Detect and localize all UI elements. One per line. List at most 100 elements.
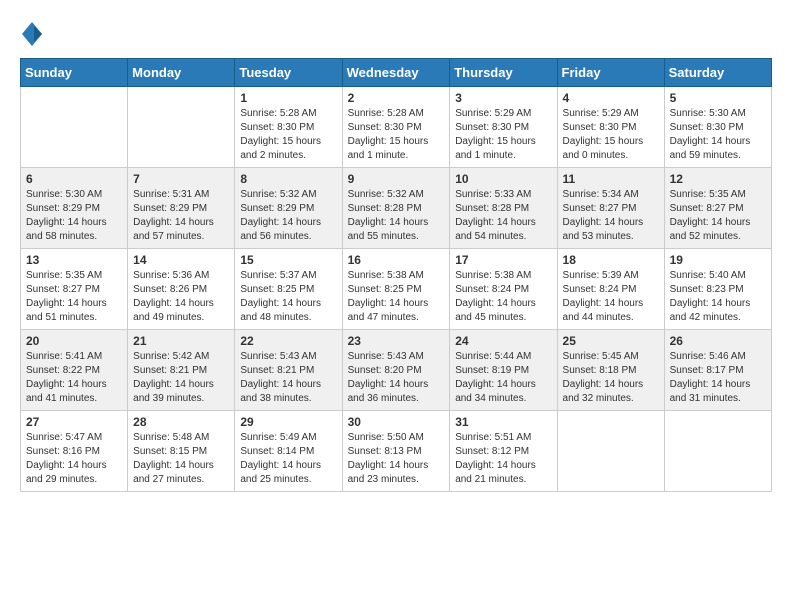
cell-content: Sunrise: 5:43 AMSunset: 8:21 PMDaylight:… [240,350,336,406]
calendar-cell: 16Sunrise: 5:38 AMSunset: 8:25 PMDayligh… [342,249,450,330]
day-number: 1 [240,91,336,105]
day-number: 29 [240,415,336,429]
calendar-cell: 25 Sunrise: 5:45 AMSunset: 8:18 PMDayligh… [557,330,664,411]
cell-content: Sunrise: 5:40 AMSunset: 8:23 PMDaylight:… [670,269,766,325]
calendar-cell: 26Sunrise: 5:46 AMSunset: 8:17 PMDayligh… [664,330,771,411]
cell-content: Sunrise: 5:29 AMSunset: 8:30 PMDaylight:… [563,107,659,163]
cell-content: Sunrise: 5:32 AMSunset: 8:29 PMDaylight:… [240,188,336,244]
weekday-header-friday: Friday [557,59,664,87]
calendar-cell: 6 Sunrise: 5:30 AMSunset: 8:29 PMDaylight… [21,168,128,249]
cell-content: Sunrise: 5:34 AMSunset: 8:27 PMDaylight:… [563,188,659,244]
calendar-cell: 23 Sunrise: 5:43 AMSunset: 8:20 PMDayligh… [342,330,450,411]
cell-content: Sunrise: 5:39 AMSunset: 8:24 PMDaylight:… [563,269,659,325]
header [20,20,772,48]
calendar-cell: 10 Sunrise: 5:33 AMSunset: 8:28 PMDayligh… [450,168,557,249]
day-number: 14 [133,253,229,267]
calendar: SundayMondayTuesdayWednesdayThursdayFrid… [20,58,772,492]
cell-content: Sunrise: 5:35 AMSunset: 8:27 PMDaylight:… [670,188,766,244]
cell-content: Sunrise: 5:36 AMSunset: 8:26 PMDaylight:… [133,269,229,325]
cell-content: Sunrise: 5:33 AMSunset: 8:28 PMDaylight:… [455,188,551,244]
day-number: 24 [455,334,551,348]
day-number: 27 [26,415,122,429]
calendar-cell: 29 Sunrise: 5:49 AMSunset: 8:14 PMDayligh… [235,411,342,492]
calendar-cell: 3Sunrise: 5:29 AMSunset: 8:30 PMDaylight… [450,87,557,168]
day-number: 17 [455,253,551,267]
calendar-cell: 30 Sunrise: 5:50 AMSunset: 8:13 PMDayligh… [342,411,450,492]
cell-content: Sunrise: 5:44 AMSunset: 8:19 PMDaylight:… [455,350,551,406]
week-row-5: 27 Sunrise: 5:47 AMSunset: 8:16 PMDayligh… [21,411,772,492]
calendar-cell [21,87,128,168]
day-number: 30 [348,415,445,429]
calendar-cell: 8 Sunrise: 5:32 AMSunset: 8:29 PMDaylight… [235,168,342,249]
cell-content: Sunrise: 5:31 AMSunset: 8:29 PMDaylight:… [133,188,229,244]
weekday-header-saturday: Saturday [664,59,771,87]
week-row-4: 20Sunrise: 5:41 AMSunset: 8:22 PMDayligh… [21,330,772,411]
day-number: 8 [240,172,336,186]
cell-content: Sunrise: 5:41 AMSunset: 8:22 PMDaylight:… [26,350,122,406]
calendar-cell: 20Sunrise: 5:41 AMSunset: 8:22 PMDayligh… [21,330,128,411]
day-number: 4 [563,91,659,105]
cell-content: Sunrise: 5:35 AMSunset: 8:27 PMDaylight:… [26,269,122,325]
weekday-header-tuesday: Tuesday [235,59,342,87]
calendar-cell: 21 Sunrise: 5:42 AMSunset: 8:21 PMDayligh… [128,330,235,411]
calendar-cell: 17 Sunrise: 5:38 AMSunset: 8:24 PMDayligh… [450,249,557,330]
cell-content: Sunrise: 5:50 AMSunset: 8:13 PMDaylight:… [348,431,445,487]
cell-content: Sunrise: 5:45 AMSunset: 8:18 PMDaylight:… [563,350,659,406]
calendar-cell: 7 Sunrise: 5:31 AMSunset: 8:29 PMDaylight… [128,168,235,249]
calendar-cell: 18 Sunrise: 5:39 AMSunset: 8:24 PMDayligh… [557,249,664,330]
calendar-cell: 1 Sunrise: 5:28 AMSunset: 8:30 PMDaylight… [235,87,342,168]
calendar-cell [664,411,771,492]
week-row-2: 6 Sunrise: 5:30 AMSunset: 8:29 PMDaylight… [21,168,772,249]
day-number: 7 [133,172,229,186]
day-number: 16 [348,253,445,267]
calendar-cell: 11 Sunrise: 5:34 AMSunset: 8:27 PMDayligh… [557,168,664,249]
calendar-cell: 5 Sunrise: 5:30 AMSunset: 8:30 PMDaylight… [664,87,771,168]
calendar-cell: 9 Sunrise: 5:32 AMSunset: 8:28 PMDaylight… [342,168,450,249]
cell-content: Sunrise: 5:47 AMSunset: 8:16 PMDaylight:… [26,431,122,487]
calendar-cell [557,411,664,492]
weekday-header-row: SundayMondayTuesdayWednesdayThursdayFrid… [21,59,772,87]
calendar-cell: 12 Sunrise: 5:35 AMSunset: 8:27 PMDayligh… [664,168,771,249]
calendar-cell: 31Sunrise: 5:51 AMSunset: 8:12 PMDayligh… [450,411,557,492]
day-number: 13 [26,253,122,267]
weekday-header-wednesday: Wednesday [342,59,450,87]
day-number: 10 [455,172,551,186]
calendar-cell: 27 Sunrise: 5:47 AMSunset: 8:16 PMDayligh… [21,411,128,492]
cell-content: Sunrise: 5:48 AMSunset: 8:15 PMDaylight:… [133,431,229,487]
cell-content: Sunrise: 5:30 AMSunset: 8:30 PMDaylight:… [670,107,766,163]
logo [20,20,48,48]
day-number: 11 [563,172,659,186]
day-number: 6 [26,172,122,186]
week-row-1: 1 Sunrise: 5:28 AMSunset: 8:30 PMDaylight… [21,87,772,168]
day-number: 31 [455,415,551,429]
day-number: 12 [670,172,766,186]
calendar-cell: 24 Sunrise: 5:44 AMSunset: 8:19 PMDayligh… [450,330,557,411]
day-number: 21 [133,334,229,348]
cell-content: Sunrise: 5:32 AMSunset: 8:28 PMDaylight:… [348,188,445,244]
day-number: 22 [240,334,336,348]
day-number: 23 [348,334,445,348]
weekday-header-sunday: Sunday [21,59,128,87]
calendar-cell: 2Sunrise: 5:28 AMSunset: 8:30 PMDaylight… [342,87,450,168]
day-number: 19 [670,253,766,267]
day-number: 25 [563,334,659,348]
cell-content: Sunrise: 5:42 AMSunset: 8:21 PMDaylight:… [133,350,229,406]
week-row-3: 13 Sunrise: 5:35 AMSunset: 8:27 PMDayligh… [21,249,772,330]
day-number: 26 [670,334,766,348]
day-number: 15 [240,253,336,267]
cell-content: Sunrise: 5:43 AMSunset: 8:20 PMDaylight:… [348,350,445,406]
day-number: 5 [670,91,766,105]
cell-content: Sunrise: 5:30 AMSunset: 8:29 PMDaylight:… [26,188,122,244]
weekday-header-monday: Monday [128,59,235,87]
cell-content: Sunrise: 5:37 AMSunset: 8:25 PMDaylight:… [240,269,336,325]
cell-content: Sunrise: 5:28 AMSunset: 8:30 PMDaylight:… [240,107,336,163]
calendar-cell: 4 Sunrise: 5:29 AMSunset: 8:30 PMDaylight… [557,87,664,168]
calendar-cell: 22 Sunrise: 5:43 AMSunset: 8:21 PMDayligh… [235,330,342,411]
calendar-cell: 15 Sunrise: 5:37 AMSunset: 8:25 PMDayligh… [235,249,342,330]
day-number: 18 [563,253,659,267]
calendar-cell: 13 Sunrise: 5:35 AMSunset: 8:27 PMDayligh… [21,249,128,330]
day-number: 9 [348,172,445,186]
cell-content: Sunrise: 5:49 AMSunset: 8:14 PMDaylight:… [240,431,336,487]
cell-content: Sunrise: 5:38 AMSunset: 8:24 PMDaylight:… [455,269,551,325]
day-number: 3 [455,91,551,105]
